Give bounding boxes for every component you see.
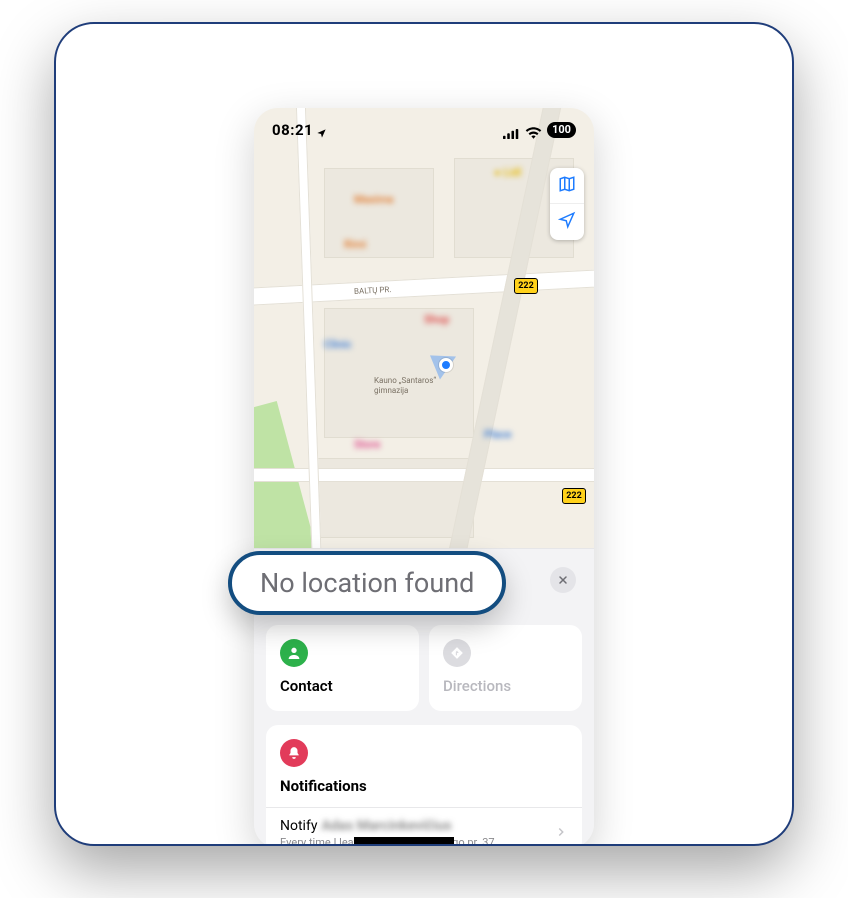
chevron-right-icon: [554, 824, 568, 843]
status-right: 100: [503, 122, 576, 138]
map-icon: [558, 175, 576, 197]
notify-prefix: Notify: [280, 818, 317, 834]
redaction-bar: [354, 837, 454, 846]
close-icon: [557, 571, 569, 590]
map-poi-label-2: gimnazija: [374, 386, 408, 395]
notifications-heading: Notifications: [280, 777, 568, 795]
navigation-arrow-icon: [558, 211, 576, 233]
status-time: 08:21: [272, 121, 313, 139]
battery-level: 100: [547, 122, 576, 138]
contact-label: Contact: [280, 677, 405, 695]
directions-label: Directions: [443, 677, 568, 695]
directions-tile[interactable]: Directions: [429, 625, 582, 711]
notification-rule-row[interactable]: Notify Adas Marcinkevičius Every time I …: [266, 808, 582, 846]
annotation-callout: No location found: [228, 551, 506, 615]
notifications-header: Notifications: [266, 739, 582, 807]
map-controls: [550, 168, 584, 240]
route-badge: 222: [562, 488, 586, 504]
contact-tile[interactable]: Contact: [266, 625, 419, 711]
notify-name: Adas Marcinkevičius: [321, 818, 451, 834]
person-icon: [280, 639, 308, 667]
map-poi-label: Kauno „Santaros“: [374, 376, 436, 385]
close-button[interactable]: [550, 567, 576, 593]
map-view[interactable]: BALTŲ PR. Kauno „Santaros“ gimnazija Max…: [254, 108, 594, 558]
phone-screenshot: 08:21 100: [254, 108, 594, 846]
status-time-group: 08:21: [272, 121, 327, 139]
action-tiles: Contact Directions: [266, 625, 582, 711]
wifi-icon: [525, 124, 542, 136]
map-mode-button[interactable]: [550, 168, 584, 204]
current-location-dot: [439, 358, 453, 372]
location-arrow-icon: [316, 125, 327, 136]
cellular-icon: [503, 124, 520, 136]
notify-subtitle: Every time I leave Karaliaus Mindaugo pr…: [280, 836, 495, 846]
route-badge: 222: [514, 278, 538, 294]
bell-icon: [280, 739, 308, 767]
locate-me-button[interactable]: [550, 204, 584, 240]
notifications-card: Notifications Notify Adas Marcinkevičius…: [266, 725, 582, 846]
directions-icon: [443, 639, 471, 667]
document-frame: 08:21 100: [54, 22, 794, 846]
status-bar: 08:21 100: [254, 108, 594, 152]
